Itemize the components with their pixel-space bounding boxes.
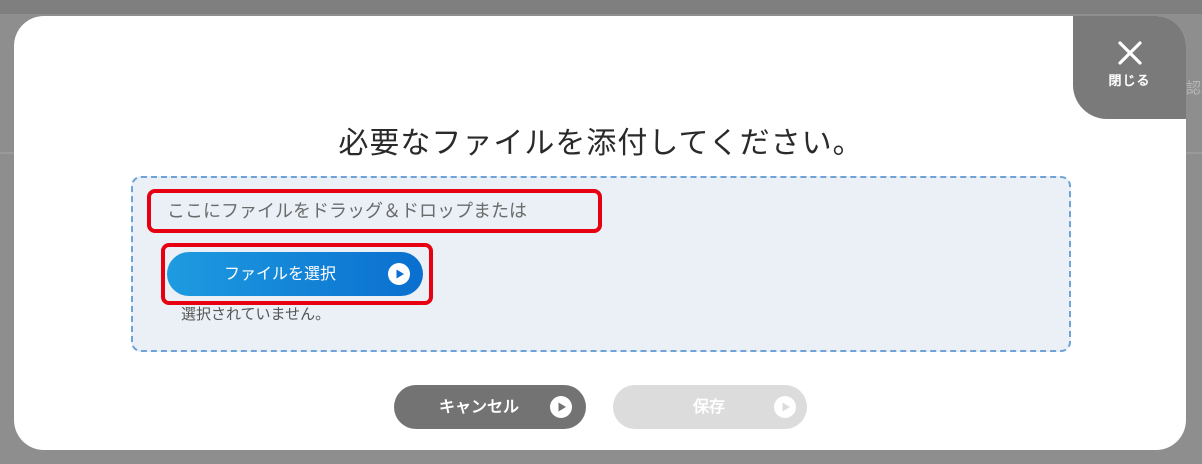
close-icon [1117,41,1142,65]
drop-hint-text: ここにファイルをドラッグ＆ドロップまたは [167,201,527,222]
close-button[interactable]: 閉じる [1073,16,1186,119]
play-circle-icon [550,396,572,418]
file-status-text: 選択されていません。 [181,305,331,323]
cancel-button[interactable]: キャンセル [394,385,586,429]
background-edge-text: 認 [1186,79,1202,97]
play-circle-icon [388,263,410,285]
close-label: 閉じる [1108,74,1151,89]
select-file-button[interactable]: ファイルを選択 [167,252,423,296]
cancel-label: キャンセル [438,397,519,416]
play-circle-icon [774,396,796,418]
save-button[interactable]: 保存 [613,385,807,429]
select-file-label: ファイルを選択 [223,264,336,283]
background-header [0,0,1202,14]
dialog-title: 必要なファイルを添付してください。 [338,126,864,161]
